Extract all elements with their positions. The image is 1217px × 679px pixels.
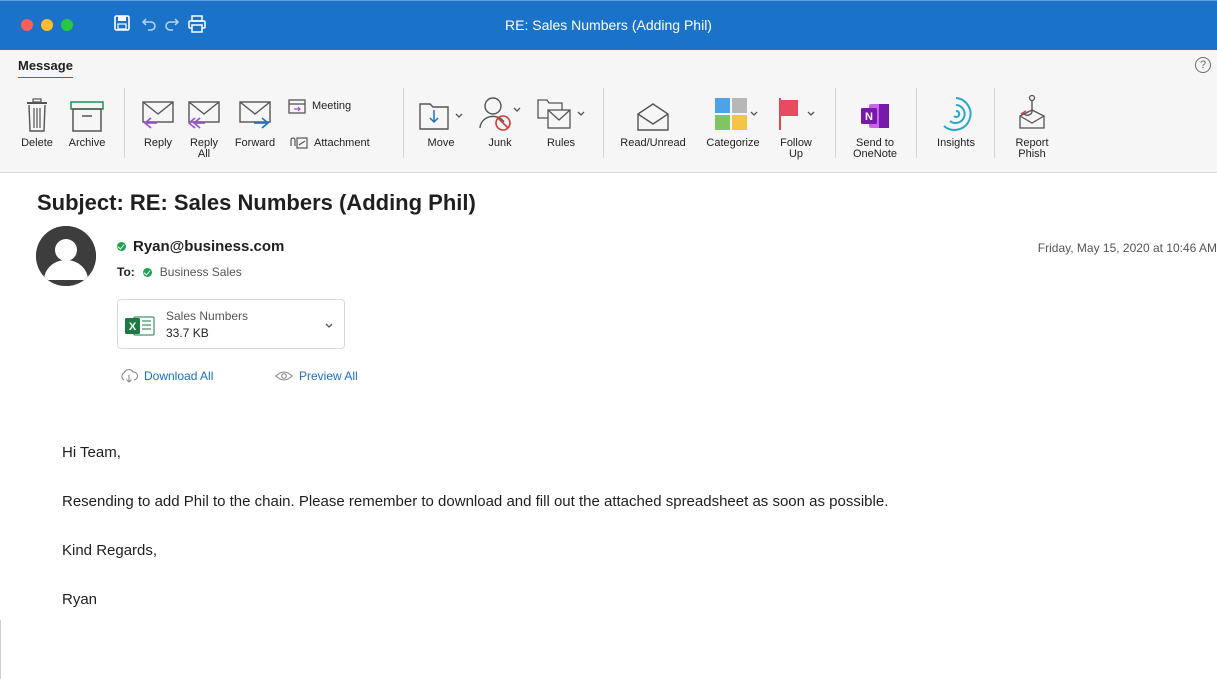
reply-icon [142, 101, 174, 129]
delete-button[interactable]: Delete [18, 88, 56, 149]
attachment-name: Sales Numbers [166, 309, 249, 323]
svg-text:X: X [129, 321, 137, 333]
body-greeting: Hi Team, [62, 444, 121, 461]
follow-up-button[interactable]: Follow Up [774, 88, 818, 160]
categorize-button[interactable]: Categorize [698, 88, 768, 149]
sender[interactable]: Ryan@business.com [117, 238, 284, 255]
ribbon-tab-bar: Message ? [0, 50, 1217, 79]
send-to-onenote-button[interactable]: N Send to OneNote [847, 88, 903, 160]
calendar-icon [288, 99, 306, 114]
phish-hook-icon [1019, 94, 1045, 129]
svg-text:N: N [865, 111, 873, 123]
onenote-icon: N [861, 104, 889, 128]
ribbon-separator [124, 88, 125, 158]
trash-icon [27, 98, 47, 132]
meeting-button[interactable]: Meeting [288, 98, 351, 114]
rules-icon [537, 99, 585, 129]
junk-button[interactable]: Junk [474, 88, 526, 149]
reply-button[interactable]: Reply [138, 88, 178, 149]
sender-address: Ryan@business.com [133, 238, 285, 255]
attachment-button[interactable]: Attachment [288, 136, 370, 150]
presence-available-icon [142, 267, 152, 277]
attachment-size: 33.7 KB [166, 326, 209, 340]
help-icon[interactable]: ? [1195, 57, 1211, 73]
presence-available-icon [117, 242, 126, 251]
ribbon-separator [835, 88, 836, 158]
categorize-icon [715, 98, 758, 130]
paperclip-icon [290, 137, 308, 149]
ribbon-separator [916, 88, 917, 158]
person-icon [36, 226, 96, 286]
reply-all-icon [187, 101, 220, 129]
window-title: RE: Sales Numbers (Adding Phil) [505, 17, 712, 33]
body-signature: Ryan [62, 591, 98, 608]
body-closing: Kind Regards, [62, 542, 158, 559]
junk-icon [479, 97, 521, 131]
open-envelope-icon [637, 103, 669, 131]
ribbon-separator [403, 88, 404, 158]
recipients-row: To: Business Sales [117, 265, 242, 279]
reply-all-button[interactable]: Reply All [184, 88, 224, 160]
rules-button[interactable]: Rules [533, 88, 589, 149]
tab-message[interactable]: Message [18, 58, 73, 79]
message-date: Friday, May 15, 2020 at 10:46 AM [1037, 241, 1217, 255]
download-all-link[interactable]: Download All [119, 369, 213, 383]
insights-icon [943, 97, 972, 131]
preview-all-link[interactable]: Preview All [274, 369, 358, 383]
eye-icon [275, 371, 293, 381]
move-button[interactable]: Move [415, 88, 467, 149]
avatar [36, 226, 96, 286]
ribbon-separator [603, 88, 604, 158]
archive-button[interactable]: Archive [63, 88, 111, 149]
report-phish-button[interactable]: Report Phish [1006, 88, 1058, 160]
recipient-name[interactable]: Business Sales [160, 265, 242, 279]
read-unread-button[interactable]: Read/Unread [614, 88, 692, 149]
divider [0, 620, 1, 679]
insights-button[interactable]: Insights [928, 88, 984, 149]
cloud-download-icon [121, 369, 139, 383]
attachment-card[interactable]: X Sales Numbers 33.7 KB [117, 299, 345, 349]
ribbon-separator [994, 88, 995, 158]
to-label: To: [117, 265, 135, 279]
title-bar: RE: Sales Numbers (Adding Phil) [0, 0, 1217, 50]
forward-icon [239, 101, 271, 129]
chevron-down-icon[interactable] [324, 317, 334, 335]
move-folder-icon [419, 103, 463, 130]
ribbon: Delete Archive Reply Reply All Forward Me… [0, 78, 1217, 173]
message-subject: Subject: RE: Sales Numbers (Adding Phil) [37, 190, 476, 215]
body-paragraph: Resending to add Phil to the chain. Plea… [62, 493, 889, 510]
excel-file-icon: X [124, 315, 158, 342]
forward-button[interactable]: Forward [230, 88, 280, 149]
archive-icon [70, 101, 104, 132]
flag-icon [779, 98, 815, 130]
